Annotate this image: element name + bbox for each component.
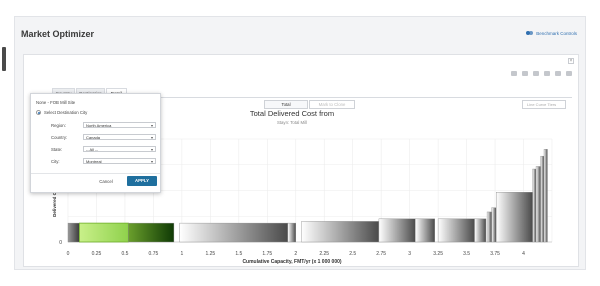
cancel-button[interactable]: Cancel (94, 177, 118, 186)
y-tick-label: 0 (59, 240, 62, 246)
x-tick-label: 3 (408, 251, 411, 257)
chevron-down-icon: ▾ (150, 159, 153, 164)
state-label: State: (51, 147, 63, 152)
x-tick-label: 4 (522, 251, 525, 257)
x-tick-label: 3.25 (433, 251, 443, 257)
apply-button[interactable]: APPLY (127, 176, 157, 186)
users-icon (526, 31, 534, 36)
cost-bar-2 (128, 222, 175, 243)
grid-icon[interactable] (511, 71, 517, 76)
cost-bar-15 (540, 155, 545, 243)
x-tick-label: 2 (294, 251, 297, 257)
cost-bar-3 (179, 222, 288, 243)
city-value: Montreal (86, 159, 102, 164)
x-tick-label: 0 (67, 251, 70, 257)
cost-bar-12 (495, 192, 533, 243)
chevron-down-icon: ▾ (150, 123, 153, 128)
cost-bar-9 (474, 218, 487, 243)
x-tick-label: 1.75 (262, 251, 272, 257)
panel-drag-handle[interactable] (2, 47, 6, 71)
cost-bar-7 (415, 218, 435, 243)
x-tick-label: 2.75 (376, 251, 386, 257)
chevron-down-icon: ▾ (150, 147, 153, 152)
zoom-icon[interactable] (555, 71, 561, 76)
cost-bar-10 (486, 211, 492, 243)
option-select-label: Select Destination City (44, 110, 88, 115)
cost-bar-6 (378, 218, 416, 243)
benchmark-controls-link[interactable]: Benchmark Controls (526, 31, 577, 36)
x-tick-label: 3.75 (490, 251, 500, 257)
x-tick-label: 0.75 (149, 251, 159, 257)
x-tick-label: 2.5 (349, 251, 356, 257)
option-none-label: None - FOB Mill Site (36, 100, 76, 105)
cost-bar-5 (301, 221, 380, 243)
cost-bar-4 (287, 222, 296, 243)
region-label: Region: (51, 123, 66, 128)
popup-divider (31, 173, 160, 174)
cost-bar-8 (437, 218, 475, 243)
x-tick-label: 1.5 (235, 251, 242, 257)
option-select-destination[interactable]: Select Destination City (36, 110, 87, 115)
collapse-icon[interactable] (544, 71, 550, 76)
region-select[interactable]: North America ▾ (83, 122, 156, 128)
download-icon[interactable] (566, 71, 572, 76)
print-icon[interactable] (522, 71, 528, 76)
cost-bar-11 (491, 207, 497, 243)
country-value: Canada (86, 135, 101, 140)
expand-icon[interactable] (533, 71, 539, 76)
x-axis-label: Cumulative Capacity, FMT/yr (x 1 000 000… (242, 259, 341, 265)
x-tick-label: 1 (180, 251, 183, 257)
state-select[interactable]: -- All -- ▾ (83, 146, 156, 152)
cost-bar-14 (535, 166, 541, 243)
cost-bar-13 (532, 168, 537, 243)
destination-popup: None - FOB Mill Site Select Destination … (30, 93, 161, 193)
country-label: Country: (51, 135, 68, 140)
city-label: City: (51, 159, 60, 164)
x-tick-label: 1.25 (205, 251, 215, 257)
city-select[interactable]: Montreal ▾ (83, 158, 156, 164)
country-select[interactable]: Canada ▾ (83, 134, 156, 140)
cost-bar-0 (67, 222, 80, 243)
region-value: North America (86, 123, 112, 128)
cost-bar-1 (78, 222, 129, 243)
chevron-down-icon: ▾ (150, 135, 153, 140)
panel-close-button[interactable]: × (568, 58, 574, 64)
chart-toolbar (511, 71, 572, 76)
app-title: Market Optimizer (21, 29, 95, 39)
option-none-fob[interactable]: None - FOB Mill Site (36, 100, 75, 105)
x-tick-label: 0.5 (121, 251, 128, 257)
radio-select-destination[interactable] (36, 110, 41, 115)
x-tick-label: 0.25 (92, 251, 102, 257)
x-tick-label: 3.5 (463, 251, 470, 257)
x-tick-label: 2.25 (319, 251, 329, 257)
state-value: -- All -- (86, 147, 98, 152)
cost-bar-16 (543, 149, 548, 243)
benchmark-controls-label: Benchmark Controls (536, 31, 577, 36)
